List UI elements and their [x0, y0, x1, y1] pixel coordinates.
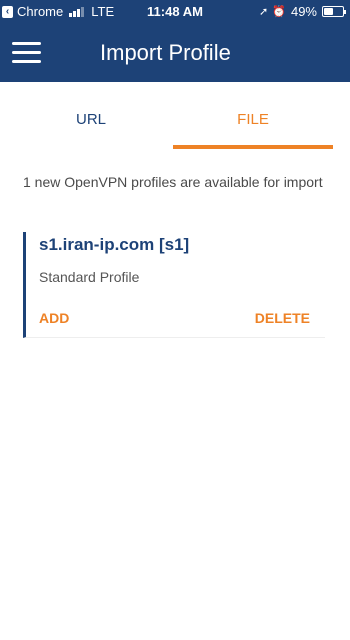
profile-card: s1.iran-ip.com [s1] Standard Profile ADD… [23, 232, 325, 338]
add-profile-button[interactable]: ADD [39, 310, 69, 326]
tab-file[interactable]: FILE [173, 82, 333, 152]
profile-type: Standard Profile [39, 269, 140, 285]
selected-tab-indicator [173, 145, 333, 149]
tab-bar: URL FILE [0, 82, 350, 152]
import-info-text: 1 new OpenVPN profiles are available for… [23, 174, 323, 190]
delete-profile-button[interactable]: DELETE [255, 310, 310, 326]
status-right: ➚ ⏰ 49% [255, 4, 346, 19]
tab-url[interactable]: URL [16, 82, 166, 152]
location-arrow-icon: ➚ [259, 6, 269, 18]
battery-fill [324, 8, 333, 15]
profile-name: s1.iran-ip.com [s1] [39, 235, 190, 254]
status-bar: ‹ Chrome LTE 11:48 AM ➚ ⏰ 49% [0, 0, 350, 24]
app-bar: Import Profile [0, 24, 350, 82]
alarm-icon: ⏰ [272, 6, 286, 18]
page-title: Import Profile [100, 40, 231, 65]
hamburger-menu-icon[interactable] [12, 42, 42, 66]
battery-percent: 49% [290, 4, 317, 19]
battery-icon [322, 6, 346, 17]
